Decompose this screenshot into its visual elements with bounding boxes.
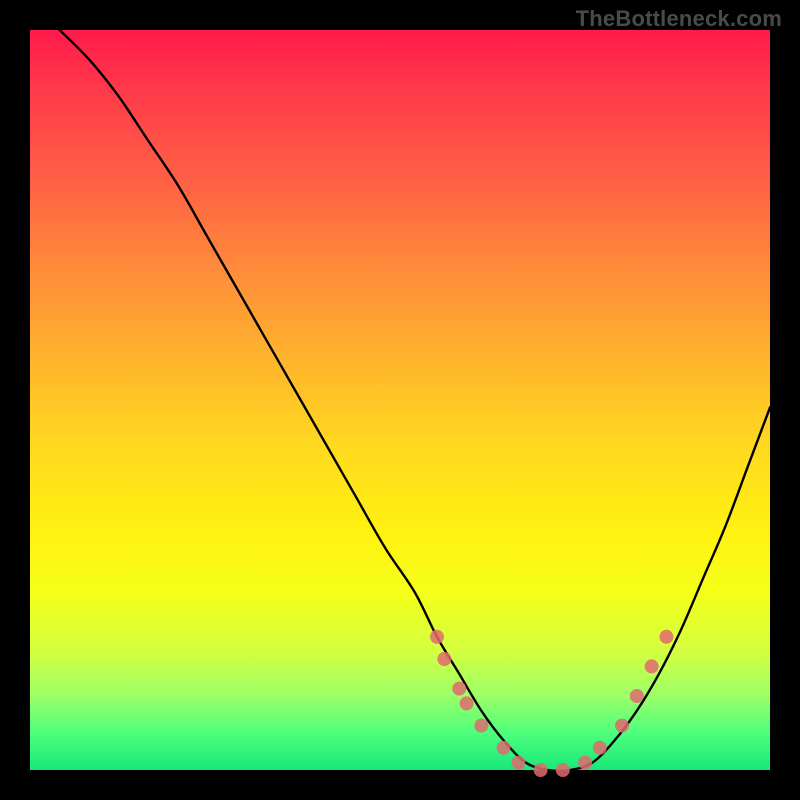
curve-marker <box>630 689 644 703</box>
curve-marker <box>437 652 451 666</box>
chart-container: TheBottleneck.com <box>0 0 800 800</box>
curve-marker <box>474 719 488 733</box>
curve-marker <box>452 682 466 696</box>
plot-area <box>30 30 770 770</box>
curve-layer <box>30 30 770 770</box>
curve-markers <box>430 630 673 777</box>
curve-marker <box>578 756 592 770</box>
curve-marker <box>534 763 548 777</box>
curve-marker <box>593 741 607 755</box>
curve-marker <box>615 719 629 733</box>
curve-marker <box>497 741 511 755</box>
curve-marker <box>511 756 525 770</box>
bottleneck-curve <box>60 30 770 771</box>
watermark-text: TheBottleneck.com <box>576 6 782 32</box>
curve-marker <box>556 763 570 777</box>
curve-marker <box>659 630 673 644</box>
curve-marker <box>430 630 444 644</box>
curve-marker <box>460 696 474 710</box>
curve-marker <box>645 659 659 673</box>
